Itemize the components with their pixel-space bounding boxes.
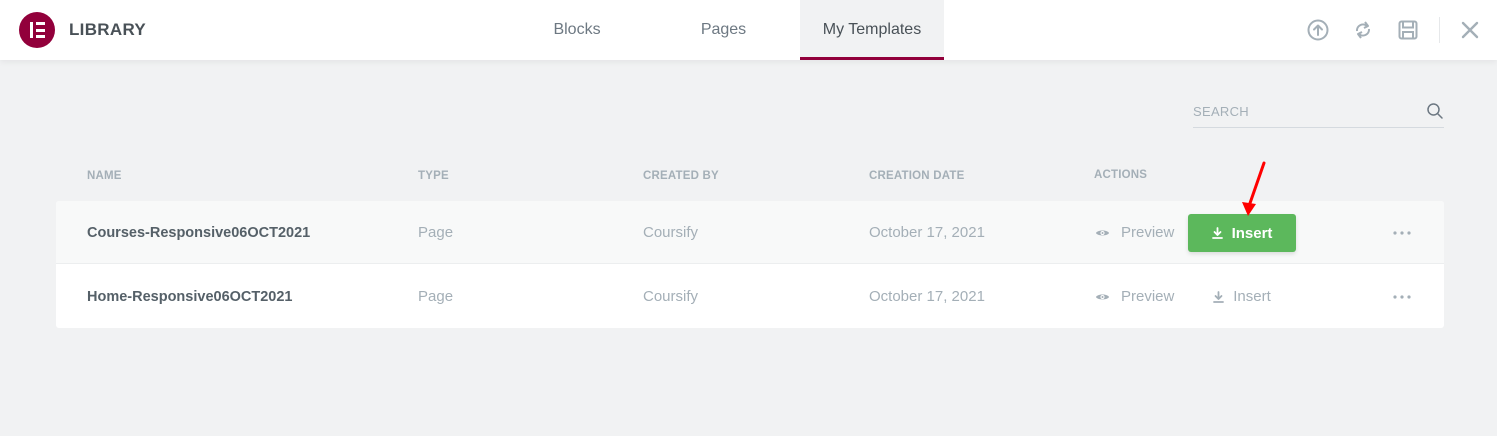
template-type: Page xyxy=(418,288,454,305)
download-icon xyxy=(1211,227,1223,239)
template-date: October 17, 2021 xyxy=(869,224,985,241)
eye-icon xyxy=(1095,294,1110,299)
annotation-arrow-icon xyxy=(1242,161,1266,216)
template-author: Coursify xyxy=(643,288,699,305)
library-logo-title: LIBRARY xyxy=(19,12,146,48)
insert-label: Insert xyxy=(1233,288,1271,305)
template-date: October 17, 2021 xyxy=(869,288,985,305)
column-header-type[interactable]: TYPE xyxy=(418,170,449,182)
close-icon[interactable] xyxy=(1459,19,1481,41)
tab-my-templates[interactable]: My Templates xyxy=(800,0,944,60)
template-type: Page xyxy=(418,224,454,241)
templates-table: Courses-Responsive06OCT2021 Page Coursif… xyxy=(56,201,1444,328)
save-icon[interactable] xyxy=(1397,19,1419,41)
table-header: NAME TYPE CREATED BY CREATION DATE ACTIO… xyxy=(0,169,1497,186)
library-header: LIBRARY Blocks Pages My Templates xyxy=(0,0,1497,60)
upload-icon[interactable] xyxy=(1307,19,1329,41)
header-actions xyxy=(1307,0,1497,60)
table-row: Courses-Responsive06OCT2021 Page Coursif… xyxy=(56,201,1444,264)
header-divider xyxy=(1439,17,1440,43)
more-options-icon[interactable] xyxy=(1392,201,1412,264)
more-options-icon[interactable] xyxy=(1392,265,1412,328)
insert-button[interactable]: Insert xyxy=(1188,265,1296,328)
template-name: Home-Responsive06OCT2021 xyxy=(87,288,293,305)
insert-button[interactable]: Insert xyxy=(1188,214,1296,252)
page-title: LIBRARY xyxy=(69,20,147,39)
template-name: Courses-Responsive06OCT2021 xyxy=(87,224,311,241)
download-icon xyxy=(1213,290,1225,303)
column-header-actions: ACTIONS xyxy=(1094,169,1148,181)
elementor-logo-icon xyxy=(19,12,55,48)
sync-icon[interactable] xyxy=(1352,19,1374,41)
table-row: Home-Responsive06OCT2021 Page Coursify O… xyxy=(56,265,1444,328)
template-author: Coursify xyxy=(643,224,699,241)
column-header-created-by[interactable]: CREATED BY xyxy=(643,170,719,182)
search-icon[interactable] xyxy=(1426,102,1444,125)
preview-label: Preview xyxy=(1121,288,1175,305)
library-tabs: Blocks Pages My Templates xyxy=(507,0,944,60)
preview-button[interactable]: Preview xyxy=(1095,265,1174,328)
column-header-creation-date[interactable]: CREATION DATE xyxy=(869,170,964,182)
tab-pages[interactable]: Pages xyxy=(647,0,800,60)
preview-label: Preview xyxy=(1121,224,1175,241)
preview-button[interactable]: Preview xyxy=(1095,201,1174,264)
column-header-name[interactable]: NAME xyxy=(87,170,122,182)
search-field xyxy=(1193,96,1444,128)
eye-icon xyxy=(1095,230,1110,235)
tab-blocks[interactable]: Blocks xyxy=(507,0,647,60)
search-input[interactable] xyxy=(1193,100,1413,122)
insert-label: Insert xyxy=(1231,224,1273,242)
